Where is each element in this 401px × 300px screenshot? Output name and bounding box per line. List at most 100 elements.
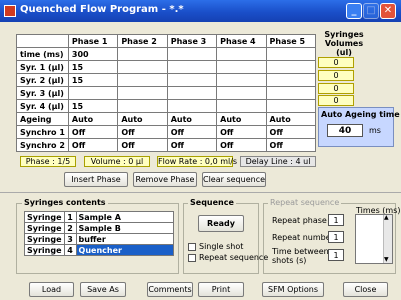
- grid-cell[interactable]: Off: [166, 138, 218, 152]
- syringe-row[interactable]: Syringe 1 Sample A: [24, 211, 175, 223]
- repeat-phase-input[interactable]: 1: [328, 214, 344, 226]
- grid-cell[interactable]: [265, 60, 317, 74]
- volumes-title-line1: Syringes: [324, 30, 364, 39]
- load-button[interactable]: Load: [29, 282, 74, 297]
- time-between-input[interactable]: 1: [328, 249, 344, 261]
- repeat-phase-label: Repeat phase: [272, 216, 327, 225]
- sfm-options-button[interactable]: SFM Options: [262, 282, 324, 297]
- grid-cell[interactable]: [216, 73, 267, 87]
- syringes-contents-title: Syringes contents: [22, 198, 108, 207]
- grid-cell[interactable]: Auto: [265, 112, 317, 126]
- phase-grid[interactable]: Phase 1 Phase 2 Phase 3 Phase 4 Phase 5 …: [16, 34, 317, 152]
- grid-cell[interactable]: Off: [117, 138, 168, 152]
- grid-cell[interactable]: [117, 86, 168, 100]
- clear-sequence-button[interactable]: Clear sequence: [202, 172, 266, 187]
- close-app-button[interactable]: Close: [343, 282, 388, 297]
- grid-cell[interactable]: Auto: [117, 112, 168, 126]
- volumes-title-line2: Volumes: [324, 39, 364, 48]
- grid-cell[interactable]: [216, 86, 267, 100]
- grid-row: Syr. 1 (µl) 15: [16, 60, 317, 74]
- grid-cell[interactable]: [265, 47, 317, 61]
- grid-cell[interactable]: Off: [216, 138, 267, 152]
- grid-header: Phase 3: [166, 34, 218, 48]
- volumes-title-line3: (ul): [336, 48, 352, 57]
- syringe-number: 4: [63, 244, 77, 256]
- window-title: Quenched Flow Program - *.*: [20, 4, 184, 15]
- syringe-row-selected[interactable]: Syringe 4 Quencher: [24, 244, 175, 256]
- grid-cell[interactable]: [166, 86, 218, 100]
- remove-phase-button[interactable]: Remove Phase: [133, 172, 197, 187]
- grid-cell[interactable]: [265, 99, 317, 113]
- row-label: Synchro 2: [16, 138, 69, 152]
- grid-cell[interactable]: Off: [265, 138, 317, 152]
- ageing-time-input[interactable]: 40: [327, 124, 363, 137]
- grid-cell[interactable]: [216, 99, 267, 113]
- comments-button[interactable]: Comments: [147, 282, 193, 297]
- grid-row: Synchro 2 Off Off Off Off Off: [16, 138, 317, 152]
- row-label: Syr. 4 (µl): [16, 99, 69, 113]
- grid-cell[interactable]: [117, 47, 168, 61]
- close-button[interactable]: ✕: [380, 3, 396, 19]
- grid-cell[interactable]: [216, 47, 267, 61]
- grid-cell[interactable]: [216, 60, 267, 74]
- volume-syringe-1: 0: [318, 57, 354, 68]
- grid-cell[interactable]: Off: [67, 125, 119, 139]
- grid-row: Syr. 4 (µl) 15: [16, 99, 317, 113]
- grid-cell[interactable]: [166, 47, 218, 61]
- grid-row: Syr. 2 (µl) 15: [16, 73, 317, 87]
- grid-cell-selected[interactable]: [67, 86, 119, 100]
- row-label: Syr. 2 (µl): [16, 73, 69, 87]
- row-label: Synchro 1: [16, 125, 69, 139]
- repeat-sequence-label: Repeat sequence: [199, 253, 269, 262]
- grid-cell[interactable]: [117, 99, 168, 113]
- insert-phase-button[interactable]: Insert Phase: [64, 172, 128, 187]
- grid-corner: [16, 34, 69, 48]
- repeat-sequence-checkbox[interactable]: [188, 254, 196, 262]
- sequence-group: [183, 203, 259, 274]
- save-as-button[interactable]: Save As: [80, 282, 126, 297]
- ageing-title: Auto Ageing time: [321, 110, 400, 119]
- single-shot-checkbox[interactable]: [188, 243, 196, 251]
- syringe-row[interactable]: Syringe 3 buffer: [24, 233, 175, 245]
- ready-button[interactable]: Ready: [198, 215, 244, 232]
- print-button[interactable]: Print: [198, 282, 244, 297]
- grid-row: Syr. 3 (µl): [16, 86, 317, 100]
- grid-cell[interactable]: [265, 73, 317, 87]
- grid-cell[interactable]: 300: [67, 47, 119, 61]
- grid-cell[interactable]: 15: [67, 73, 119, 87]
- grid-cell[interactable]: Off: [265, 125, 317, 139]
- syringe-name[interactable]: Sample A: [75, 211, 175, 223]
- grid-cell[interactable]: Off: [117, 125, 168, 139]
- status-phase: Phase : 1/5: [20, 156, 76, 167]
- grid-cell[interactable]: Off: [166, 125, 218, 139]
- syringe-label: Syringe: [24, 211, 65, 223]
- grid-cell[interactable]: 15: [67, 99, 119, 113]
- syringe-number: 2: [63, 222, 77, 234]
- status-volume: Volume : 0 µl: [84, 156, 150, 167]
- grid-cell[interactable]: [265, 86, 317, 100]
- scroll-up-icon[interactable]: ▲: [384, 214, 389, 221]
- repeat-number-input[interactable]: 1: [328, 231, 344, 243]
- grid-cell[interactable]: Auto: [67, 112, 119, 126]
- grid-cell[interactable]: [117, 60, 168, 74]
- grid-cell[interactable]: Off: [216, 125, 267, 139]
- grid-cell[interactable]: Auto: [216, 112, 267, 126]
- syringe-number: 3: [63, 233, 77, 245]
- syringe-name[interactable]: buffer: [75, 233, 175, 245]
- grid-cell[interactable]: [166, 99, 218, 113]
- grid-cell[interactable]: [166, 60, 218, 74]
- maximize-button: □: [363, 3, 379, 19]
- grid-row: time (ms) 300: [16, 47, 317, 61]
- syringe-name[interactable]: Quencher: [75, 244, 175, 256]
- syringes-table[interactable]: Syringe 1 Sample A Syringe 2 Sample B Sy…: [24, 211, 175, 256]
- minimize-button[interactable]: _: [346, 3, 362, 19]
- grid-cell[interactable]: Auto: [166, 112, 218, 126]
- grid-cell[interactable]: [166, 73, 218, 87]
- scroll-down-icon[interactable]: ▼: [384, 256, 389, 263]
- syringe-name[interactable]: Sample B: [75, 222, 175, 234]
- row-label: Syr. 3 (µl): [16, 86, 69, 100]
- grid-cell[interactable]: 15: [67, 60, 119, 74]
- syringe-row[interactable]: Syringe 2 Sample B: [24, 222, 175, 234]
- grid-cell[interactable]: [117, 73, 168, 87]
- grid-cell[interactable]: Off: [67, 138, 119, 152]
